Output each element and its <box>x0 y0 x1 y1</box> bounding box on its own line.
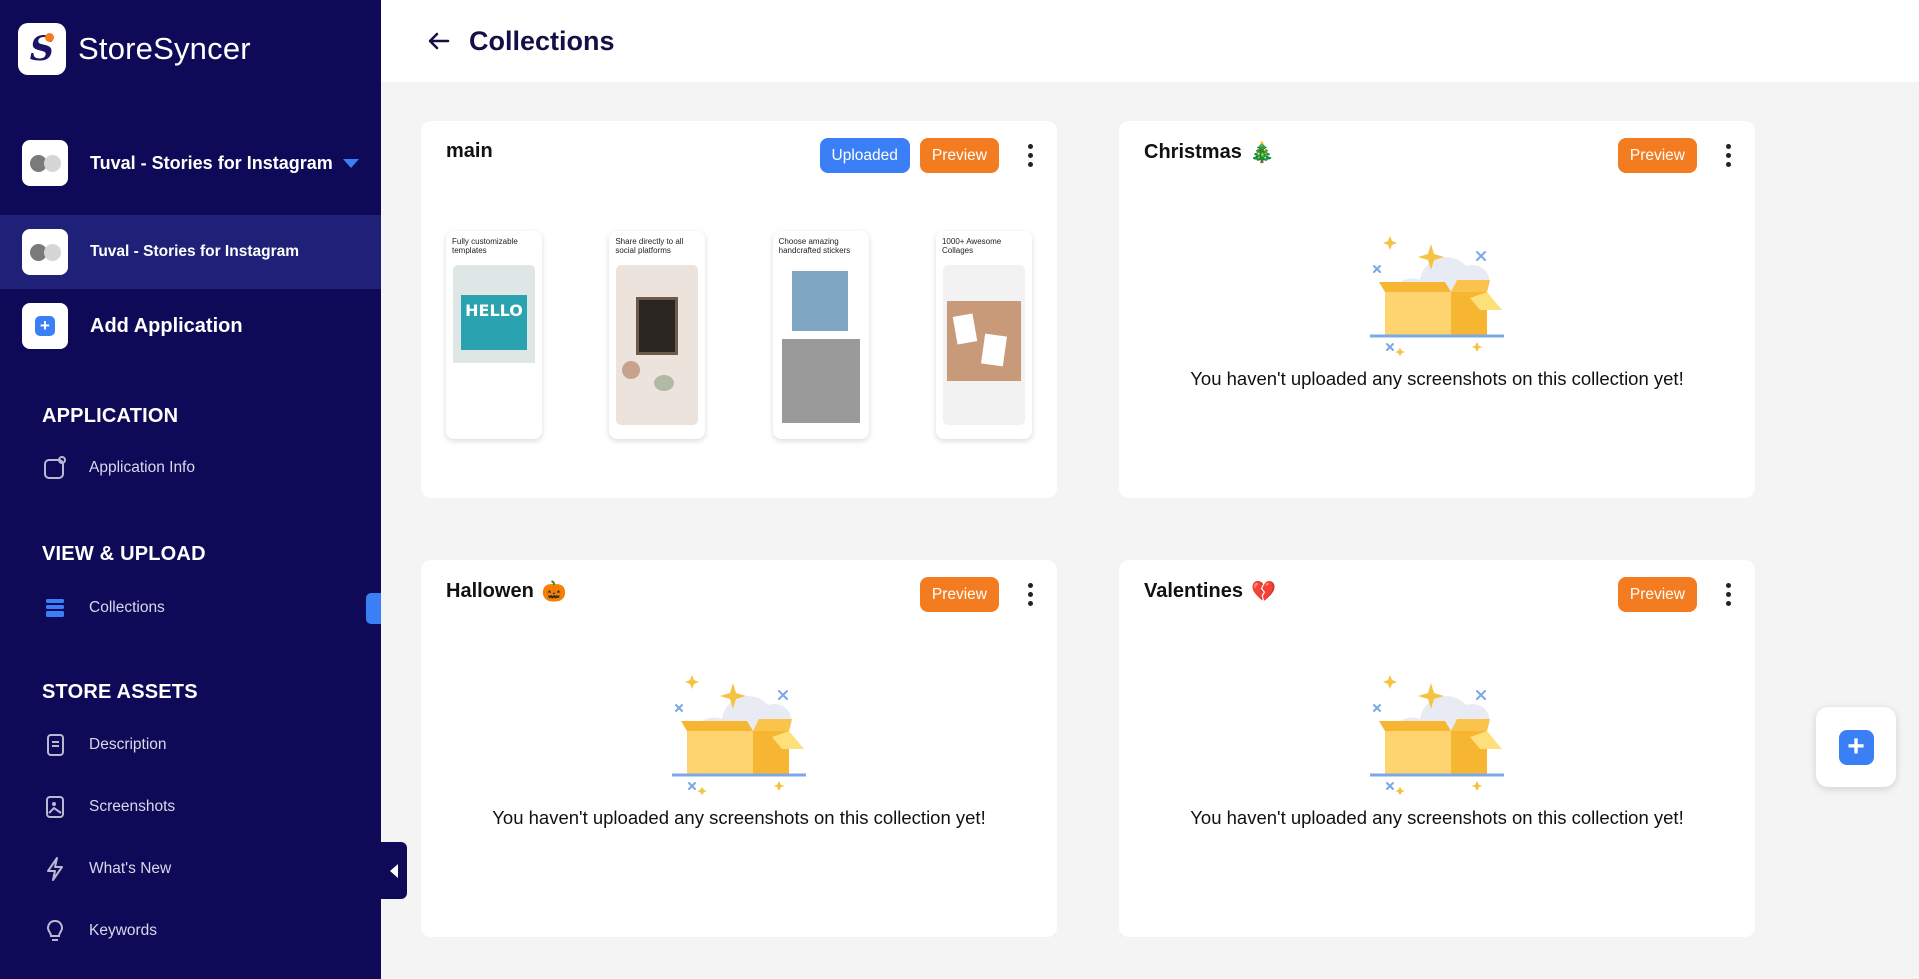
screenshot-thumbnail[interactable]: Choose amazing handcrafted stickers <box>772 231 869 439</box>
empty-box-icon <box>1370 236 1504 356</box>
screenshot-thumbnail[interactable]: Fully customizable templates HELLO <box>446 231 542 439</box>
app-icon <box>22 140 68 186</box>
collection-card-main: main Uploaded Preview Fully customizable… <box>421 121 1057 498</box>
screenshot-thumbnail[interactable]: 1000+ Awesome Collages <box>935 231 1032 439</box>
document-icon <box>42 732 68 758</box>
screenshot-list: Fully customizable templates HELLO Share… <box>446 231 1032 439</box>
collection-title: main <box>446 140 493 162</box>
collection-title: Hallowen 🎃 <box>446 580 567 603</box>
empty-state: You haven't uploaded any screenshots on … <box>421 665 1057 829</box>
pumpkin-icon: 🎃 <box>541 581 567 603</box>
sidebar-item-whats-new[interactable]: What's New <box>42 856 171 882</box>
collection-actions: Preview <box>1617 138 1737 173</box>
caret-down-icon[interactable] <box>342 158 359 168</box>
empty-state-message: You haven't uploaded any screenshots on … <box>1190 368 1684 389</box>
lightbulb-icon <box>42 918 68 944</box>
collection-title: Christmas 🎄 <box>1144 141 1275 164</box>
empty-state: You haven't uploaded any screenshots on … <box>1119 665 1755 829</box>
empty-box-icon <box>1370 675 1504 795</box>
section-title-application: APPLICATION <box>42 405 179 427</box>
preview-button[interactable]: Preview <box>919 577 999 612</box>
page-header: Collections <box>381 0 1919 82</box>
sidebar-collapse-toggle[interactable] <box>381 842 407 899</box>
sidebar-item-keywords[interactable]: Keywords <box>42 918 157 944</box>
sidebar-item-label: Collections <box>89 599 165 616</box>
sidebar: S StoreSyncer Tuval - Stories for Instag… <box>0 0 381 979</box>
screenshot-thumbnail[interactable]: Share directly to all social platforms <box>609 231 706 439</box>
section-title-view-upload: VIEW & UPLOAD <box>42 543 206 565</box>
more-options-icon[interactable] <box>1021 579 1039 611</box>
sidebar-item-description[interactable]: Description <box>42 732 167 758</box>
tree-icon: 🎄 <box>1249 142 1275 164</box>
broken-heart-icon: 💔 <box>1250 581 1276 603</box>
empty-box-icon <box>672 675 806 795</box>
add-collection-button[interactable]: + <box>1816 707 1896 787</box>
sidebar-item-label: Screenshots <box>89 798 176 815</box>
collection-actions: Uploaded Preview <box>819 138 1040 173</box>
app-info-icon <box>42 455 68 481</box>
collection-card-christmas: Christmas 🎄 Preview You haven't uploaded … <box>1119 121 1755 498</box>
brand-name: StoreSyncer <box>78 31 251 66</box>
add-icon: + <box>22 303 68 349</box>
plus-icon: + <box>1838 729 1874 765</box>
preview-button[interactable]: Preview <box>1617 577 1697 612</box>
collection-card-hallowen: Hallowen 🎃 Preview You haven't uploaded a… <box>421 560 1057 937</box>
sidebar-item-label: Keywords <box>89 922 158 939</box>
empty-state: You haven't uploaded any screenshots on … <box>1119 226 1755 390</box>
add-application-label: Add Application <box>90 314 243 337</box>
app-selector[interactable]: Tuval - Stories for Instagram <box>22 137 359 189</box>
uploaded-button[interactable]: Uploaded <box>819 138 910 173</box>
sidebar-item-label: Application Info <box>89 459 195 476</box>
collections-icon <box>42 595 68 621</box>
app-icon <box>22 229 68 275</box>
lightning-icon <box>42 856 68 882</box>
brand-logo[interactable]: S StoreSyncer <box>18 23 251 75</box>
collection-card-valentines: Valentines 💔 Preview You haven't uploaded… <box>1119 560 1755 937</box>
collection-title: Valentines 💔 <box>1144 580 1276 603</box>
empty-state-message: You haven't uploaded any screenshots on … <box>492 807 986 828</box>
sidebar-item-label: Description <box>89 736 167 753</box>
current-app-name: Tuval - Stories for Instagram <box>90 243 300 260</box>
active-item-indicator <box>366 593 381 624</box>
more-options-icon[interactable] <box>1021 140 1039 172</box>
sidebar-item-label: What's New <box>89 860 172 877</box>
section-title-store-assets: STORE ASSETS <box>42 681 198 703</box>
page-title: Collections <box>469 25 615 56</box>
sidebar-current-app[interactable]: Tuval - Stories for Instagram <box>0 215 381 289</box>
add-application-button[interactable]: + Add Application <box>22 303 243 349</box>
storesyncer-logo-icon: S <box>18 23 66 75</box>
more-options-icon[interactable] <box>1719 579 1737 611</box>
back-button[interactable] <box>423 25 455 57</box>
preview-button[interactable]: Preview <box>1617 138 1697 173</box>
image-icon <box>42 794 68 820</box>
collection-actions: Preview <box>919 577 1039 612</box>
app-selector-name: Tuval - Stories for Instagram <box>90 152 333 173</box>
preview-button[interactable]: Preview <box>919 138 999 173</box>
more-options-icon[interactable] <box>1719 140 1737 172</box>
collection-actions: Preview <box>1617 577 1737 612</box>
arrow-left-icon <box>428 32 450 50</box>
sidebar-item-collections[interactable]: Collections <box>42 595 165 621</box>
sidebar-item-screenshots[interactable]: Screenshots <box>42 794 175 820</box>
collapse-arrow-icon <box>390 863 398 878</box>
sidebar-item-application-info[interactable]: Application Info <box>42 455 195 481</box>
empty-state-message: You haven't uploaded any screenshots on … <box>1190 807 1684 828</box>
